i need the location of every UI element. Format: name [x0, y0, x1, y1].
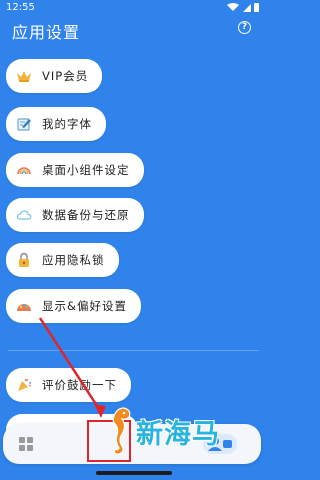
help-circle-icon[interactable]: ? [238, 21, 251, 34]
crown-icon [16, 68, 32, 84]
menu-item-display-preferences[interactable]: 显示&偏好设置 [6, 289, 141, 323]
party-popper-icon [16, 377, 32, 393]
menu-item-label: VIP会员 [42, 69, 89, 83]
rainbow-icon [16, 162, 32, 178]
lock-icon [16, 252, 32, 268]
font-edit-icon [16, 116, 32, 132]
menu-item-label: 桌面小组件设定 [42, 163, 130, 177]
menu-item-label: 显示&偏好设置 [42, 299, 127, 313]
battery-icon [254, 3, 259, 12]
menu-item-backup[interactable]: 数据备份与还原 [6, 198, 144, 232]
menu-item-label: 应用隐私锁 [42, 253, 105, 267]
palette-icon [16, 298, 32, 314]
status-icons [227, 3, 259, 12]
signal-icon [243, 4, 251, 12]
grid-icon[interactable] [19, 437, 33, 451]
menu-item-rate-app[interactable]: 评价鼓励一下 [6, 368, 131, 402]
menu-item-label: 我的字体 [42, 117, 92, 131]
menu-item-fonts[interactable]: 我的字体 [6, 107, 106, 141]
menu-item-label: 评价鼓励一下 [42, 378, 117, 392]
header: 应用设置 ? [0, 16, 267, 42]
menu-item-vip[interactable]: VIP会员 [6, 59, 103, 93]
page-title: 应用设置 [12, 23, 81, 42]
section-divider [8, 350, 259, 351]
menu-item-label: 数据备份与还原 [42, 208, 130, 222]
annotation-highlight-box [87, 420, 131, 462]
status-time: 12:55 [6, 2, 35, 13]
menu-item-widget[interactable]: 桌面小组件设定 [6, 153, 144, 187]
bottom-tab-bar [3, 424, 261, 464]
wifi-icon [227, 3, 239, 11]
status-bar: 12:55 [0, 0, 267, 16]
cloud-icon [16, 207, 32, 223]
home-indicator[interactable] [96, 471, 172, 475]
menu-item-privacy-lock[interactable]: 应用隐私锁 [6, 243, 119, 277]
person-icon[interactable] [203, 432, 237, 456]
